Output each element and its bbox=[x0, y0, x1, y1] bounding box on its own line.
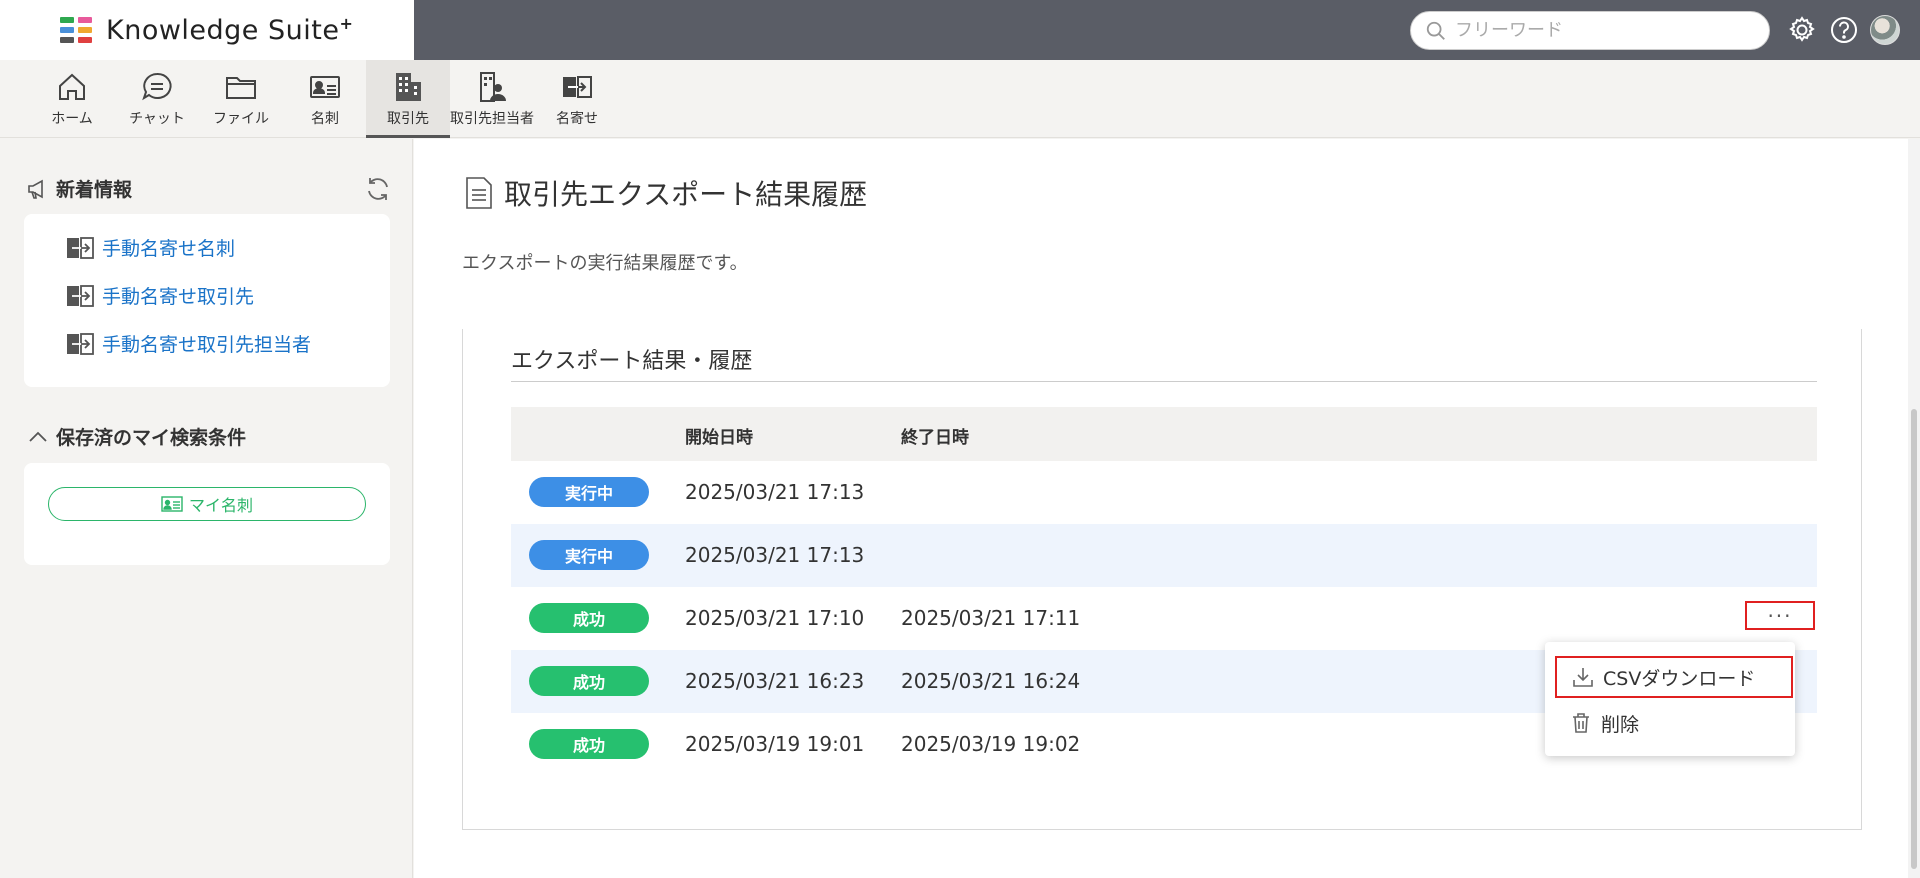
column-header-end: 終了日時 bbox=[901, 428, 969, 448]
saved-search-card: マイ名刺 bbox=[24, 463, 390, 565]
start-datetime: 2025/03/21 17:13 bbox=[685, 543, 865, 567]
merge-icon bbox=[563, 76, 592, 98]
scrollbar-thumb[interactable] bbox=[1911, 409, 1917, 869]
my-business-card-button[interactable]: マイ名刺 bbox=[48, 487, 366, 521]
merge-icon bbox=[67, 284, 94, 307]
end-datetime: 2025/03/19 19:02 bbox=[901, 732, 1081, 756]
divider bbox=[511, 381, 1817, 382]
trash-icon bbox=[1573, 713, 1589, 733]
menu-item-csv-download[interactable]: CSVダウンロード bbox=[1555, 656, 1793, 698]
saved-search-title: 保存済のマイ検索条件 bbox=[56, 427, 247, 449]
nav-contacts[interactable]: 取引先担当者 bbox=[450, 60, 534, 138]
news-link-label: 手動名寄せ取引先担当者 bbox=[102, 334, 312, 356]
panel-title: エクスポート結果・履歴 bbox=[511, 349, 753, 374]
search-icon bbox=[1426, 21, 1445, 40]
nav-business-card[interactable]: 名刺 bbox=[300, 60, 350, 138]
nav-label: 名刺 bbox=[311, 111, 339, 127]
start-datetime: 2025/03/21 17:13 bbox=[685, 480, 865, 504]
user-avatar[interactable] bbox=[1870, 15, 1900, 45]
nav-label: チャット bbox=[129, 111, 185, 127]
table-row: 実行中 2025/03/21 17:13 bbox=[511, 461, 1817, 524]
column-header-start: 開始日時 bbox=[685, 428, 753, 448]
end-datetime: 2025/03/21 16:24 bbox=[901, 669, 1081, 693]
start-datetime: 2025/03/19 19:01 bbox=[685, 732, 865, 756]
nav-label: 名寄せ bbox=[556, 111, 598, 127]
page-title-text: 取引先エクスポート結果履歴 bbox=[504, 178, 868, 211]
my-business-card-label: マイ名刺 bbox=[188, 496, 253, 515]
row-actions-menu: CSVダウンロード 削除 bbox=[1545, 642, 1795, 756]
app-name: Knowledge Suite+ bbox=[106, 14, 354, 46]
nav-label: 取引先 bbox=[387, 111, 429, 127]
document-icon bbox=[466, 177, 492, 209]
news-link-manual-merge-cards[interactable]: 手動名寄せ名刺 bbox=[66, 234, 235, 261]
business-card-icon bbox=[161, 496, 183, 512]
start-datetime: 2025/03/21 17:10 bbox=[685, 606, 865, 630]
help-icon[interactable] bbox=[1829, 15, 1859, 45]
folder-icon bbox=[226, 77, 256, 99]
status-badge: 実行中 bbox=[529, 477, 649, 507]
download-icon bbox=[1573, 668, 1593, 687]
brand-logo[interactable]: Knowledge Suite+ bbox=[0, 0, 414, 60]
building-icon bbox=[396, 73, 421, 101]
chat-icon bbox=[142, 72, 172, 101]
main-content: 取引先エクスポート結果履歴 エクスポートの実行結果履歴です。 エクスポート結果・… bbox=[414, 139, 1920, 878]
search-input[interactable] bbox=[1455, 20, 1745, 41]
table-header: 開始日時 終了日時 bbox=[511, 407, 1817, 461]
nav-chat[interactable]: チャット bbox=[122, 60, 192, 138]
news-section-header: 新着情報 bbox=[26, 175, 132, 202]
main-navigation: ホーム チャット ファイル 名刺 取引先 取引先担当者 名寄せ bbox=[0, 60, 1920, 138]
logo-mark-icon bbox=[60, 17, 92, 43]
status-badge: 成功 bbox=[529, 666, 649, 696]
status-badge: 成功 bbox=[529, 603, 649, 633]
menu-item-label: CSVダウンロード bbox=[1603, 667, 1756, 690]
status-badge: 実行中 bbox=[529, 540, 649, 570]
menu-item-delete[interactable]: 削除 bbox=[1555, 702, 1793, 744]
news-link-label: 手動名寄せ名刺 bbox=[102, 238, 236, 260]
news-card: 手動名寄せ名刺 手動名寄せ取引先 手動名寄せ取引先担当者 bbox=[24, 214, 390, 387]
top-header: Knowledge Suite+ bbox=[0, 0, 1920, 60]
page-title: 取引先エクスポート結果履歴 bbox=[464, 173, 867, 213]
search-box[interactable] bbox=[1410, 11, 1770, 50]
megaphone-icon bbox=[28, 179, 43, 199]
sidebar: 新着情報 手動名寄せ名刺 手動名寄せ取引先 手動名寄せ取引先担当者 保存済のマイ… bbox=[0, 139, 413, 878]
page-description: エクスポートの実行結果履歴です。 bbox=[462, 253, 748, 274]
saved-search-header[interactable]: 保存済のマイ検索条件 bbox=[26, 423, 246, 450]
nav-accounts[interactable]: 取引先 bbox=[366, 60, 450, 138]
gear-icon[interactable] bbox=[1787, 15, 1817, 45]
nav-merge[interactable]: 名寄せ bbox=[550, 60, 604, 138]
status-badge: 成功 bbox=[529, 729, 649, 759]
scrollbar[interactable] bbox=[1908, 139, 1920, 878]
home-icon bbox=[59, 73, 85, 100]
nav-file[interactable]: ファイル bbox=[210, 60, 272, 138]
news-link-manual-merge-contacts[interactable]: 手動名寄せ取引先担当者 bbox=[66, 330, 311, 357]
news-title: 新着情報 bbox=[56, 179, 133, 201]
table-row: 実行中 2025/03/21 17:13 bbox=[511, 524, 1817, 587]
news-link-label: 手動名寄せ取引先 bbox=[102, 286, 255, 308]
merge-icon bbox=[67, 332, 94, 355]
nav-label: ホーム bbox=[51, 111, 93, 127]
nav-label: 取引先担当者 bbox=[450, 111, 534, 127]
refresh-icon[interactable] bbox=[364, 175, 392, 203]
nav-label: ファイル bbox=[213, 111, 269, 127]
merge-icon bbox=[67, 236, 94, 259]
business-card-icon bbox=[310, 76, 340, 98]
nav-home[interactable]: ホーム bbox=[44, 60, 100, 138]
chevron-up-icon bbox=[29, 431, 47, 442]
start-datetime: 2025/03/21 16:23 bbox=[685, 669, 865, 693]
menu-item-label: 削除 bbox=[1601, 713, 1640, 736]
news-link-manual-merge-accounts[interactable]: 手動名寄せ取引先 bbox=[66, 282, 254, 309]
row-more-actions-button[interactable]: ··· bbox=[1745, 601, 1815, 630]
end-datetime: 2025/03/21 17:11 bbox=[901, 606, 1081, 630]
contact-person-icon bbox=[480, 72, 506, 102]
table-row: 成功 2025/03/21 17:10 2025/03/21 17:11 ··· bbox=[511, 587, 1817, 650]
